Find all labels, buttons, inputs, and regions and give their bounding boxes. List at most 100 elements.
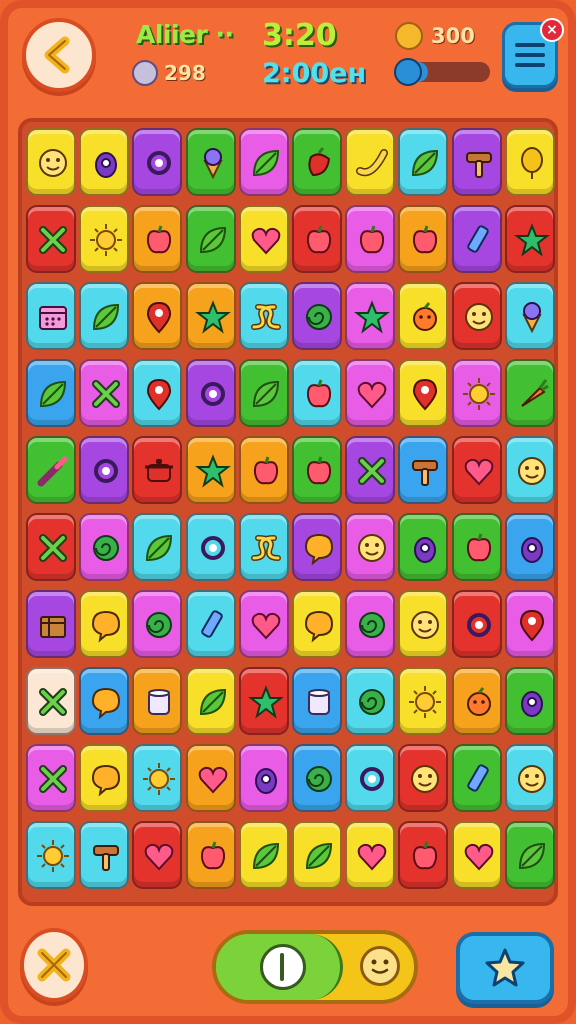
board-tile[interactable]	[26, 128, 76, 196]
board-tile[interactable]	[292, 821, 342, 889]
board-tile[interactable]	[292, 744, 342, 812]
board-tile[interactable]	[292, 205, 342, 273]
board-tile[interactable]	[26, 821, 76, 889]
board-tile[interactable]	[26, 513, 76, 581]
board-tile[interactable]	[26, 744, 76, 812]
board-tile[interactable]	[26, 667, 76, 735]
board-tile[interactable]	[26, 359, 76, 427]
board-tile[interactable]	[132, 744, 182, 812]
board-tile[interactable]	[505, 667, 555, 735]
board-tile[interactable]	[79, 359, 129, 427]
board-tile[interactable]	[345, 590, 395, 658]
board-tile[interactable]	[79, 282, 129, 350]
board-tile[interactable]	[345, 744, 395, 812]
board-tile[interactable]	[239, 359, 289, 427]
board-tile[interactable]	[26, 282, 76, 350]
board-tile[interactable]	[186, 513, 236, 581]
board-tile[interactable]	[132, 513, 182, 581]
board-tile[interactable]	[79, 744, 129, 812]
board-tile[interactable]	[186, 128, 236, 196]
board-tile[interactable]	[292, 590, 342, 658]
board-tile[interactable]	[132, 667, 182, 735]
board-tile[interactable]	[345, 821, 395, 889]
board-tile[interactable]	[239, 205, 289, 273]
board-tile[interactable]	[398, 744, 448, 812]
board-tile[interactable]	[79, 513, 129, 581]
board-tile[interactable]	[79, 590, 129, 658]
board-tile[interactable]	[398, 590, 448, 658]
board-tile[interactable]	[452, 590, 502, 658]
board-tile[interactable]	[398, 205, 448, 273]
board-tile[interactable]	[345, 513, 395, 581]
board-tile[interactable]	[79, 436, 129, 504]
board-tile[interactable]	[239, 667, 289, 735]
board-tile[interactable]	[505, 359, 555, 427]
board-tile[interactable]	[132, 436, 182, 504]
board-tile[interactable]	[292, 436, 342, 504]
board-tile[interactable]	[345, 282, 395, 350]
board-tile[interactable]	[239, 128, 289, 196]
board-tile[interactable]	[132, 359, 182, 427]
board-tile[interactable]	[452, 513, 502, 581]
board-tile[interactable]	[452, 744, 502, 812]
board-tile[interactable]	[345, 128, 395, 196]
board-tile[interactable]	[26, 436, 76, 504]
board-tile[interactable]	[239, 744, 289, 812]
board-tile[interactable]	[79, 205, 129, 273]
board-tile[interactable]	[505, 205, 555, 273]
board-tile[interactable]	[505, 128, 555, 196]
board-tile[interactable]	[79, 128, 129, 196]
board-tile[interactable]	[292, 513, 342, 581]
board-tile[interactable]	[186, 436, 236, 504]
board-tile[interactable]	[132, 590, 182, 658]
board-tile[interactable]	[345, 667, 395, 735]
board-tile[interactable]	[452, 359, 502, 427]
board-tile[interactable]	[239, 821, 289, 889]
board-tile[interactable]	[239, 590, 289, 658]
board-tile[interactable]	[186, 282, 236, 350]
board-tile[interactable]	[186, 744, 236, 812]
board-tile[interactable]	[398, 821, 448, 889]
board-tile[interactable]	[239, 513, 289, 581]
board-tile[interactable]	[239, 436, 289, 504]
board-tile[interactable]	[292, 128, 342, 196]
board-tile[interactable]	[452, 205, 502, 273]
board-tile[interactable]	[345, 205, 395, 273]
pause-icon[interactable]	[260, 944, 306, 990]
board-tile[interactable]	[345, 436, 395, 504]
board-tile[interactable]	[132, 205, 182, 273]
board-tile[interactable]	[26, 205, 76, 273]
board-tile[interactable]	[239, 282, 289, 350]
board-tile[interactable]	[132, 282, 182, 350]
board-tile[interactable]	[505, 821, 555, 889]
board-tile[interactable]	[505, 513, 555, 581]
board-tile[interactable]	[79, 667, 129, 735]
pause-toggle[interactable]	[212, 930, 418, 1004]
shuffle-button[interactable]	[20, 928, 88, 1002]
board-tile[interactable]	[398, 513, 448, 581]
board-tile[interactable]	[452, 436, 502, 504]
board-tile[interactable]	[452, 821, 502, 889]
board-tile[interactable]	[186, 590, 236, 658]
board-tile[interactable]	[345, 359, 395, 427]
board-tile[interactable]	[398, 667, 448, 735]
board-tile[interactable]	[452, 128, 502, 196]
board-tile[interactable]	[26, 590, 76, 658]
close-badge-icon[interactable]: ×	[540, 18, 564, 42]
board-tile[interactable]	[186, 359, 236, 427]
board-tile[interactable]	[186, 821, 236, 889]
board-tile[interactable]	[505, 282, 555, 350]
board-tile[interactable]	[452, 282, 502, 350]
back-button[interactable]	[22, 18, 96, 92]
board-tile[interactable]	[186, 205, 236, 273]
board-tile[interactable]	[292, 667, 342, 735]
board-tile[interactable]	[505, 744, 555, 812]
board-tile[interactable]	[186, 667, 236, 735]
face-icon[interactable]	[360, 946, 400, 986]
board-tile[interactable]	[398, 282, 448, 350]
board-tile[interactable]	[398, 359, 448, 427]
board-tile[interactable]	[452, 667, 502, 735]
board-tile[interactable]	[398, 128, 448, 196]
board-tile[interactable]	[292, 282, 342, 350]
board-tile[interactable]	[79, 821, 129, 889]
